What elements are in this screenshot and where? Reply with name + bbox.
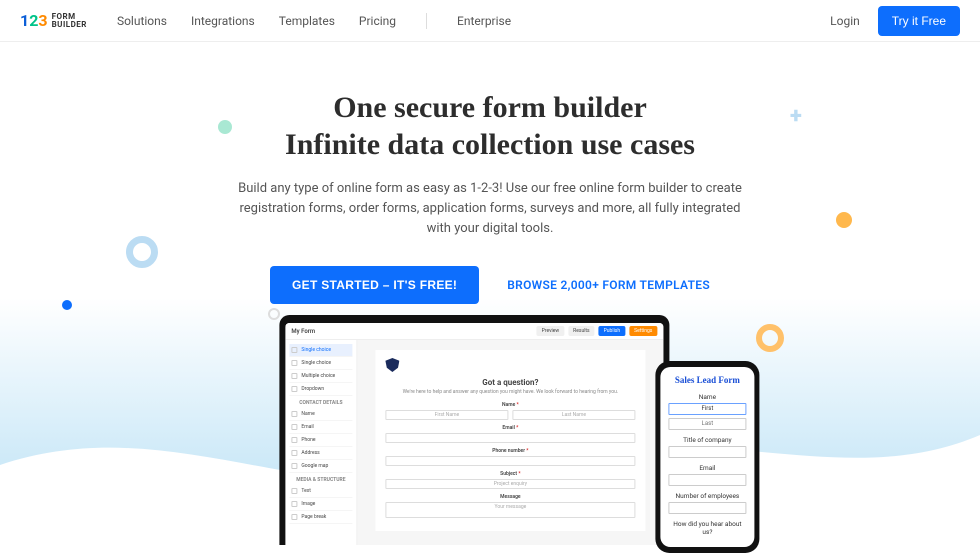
sidebar-heading: CONTACT DETAILS <box>289 400 352 406</box>
map-icon <box>291 463 297 469</box>
checkbox-icon <box>291 373 297 379</box>
phone-icon <box>291 437 297 443</box>
try-free-button[interactable]: Try it Free <box>878 6 960 36</box>
get-started-button[interactable]: GET STARTED – IT'S FREE! <box>270 266 479 304</box>
laptop-mockup: My Form Preview Results Publish Settings… <box>279 315 669 545</box>
decoration-dot-teal <box>218 120 232 134</box>
message-input[interactable]: Your message <box>385 502 635 518</box>
decoration-ring-orange <box>756 324 784 352</box>
mail-icon <box>291 424 297 430</box>
form-canvas: Got a question? We're here to help and a… <box>357 340 663 545</box>
app-header: My Form Preview Results Publish Settings <box>285 323 663 340</box>
nav-solutions[interactable]: Solutions <box>117 14 167 28</box>
nav-templates[interactable]: Templates <box>279 14 335 28</box>
results-button[interactable]: Results <box>568 326 595 336</box>
phone-input[interactable] <box>385 456 635 466</box>
decoration-dot-blue <box>62 300 72 310</box>
sidebar-item[interactable]: Address <box>289 447 352 460</box>
device-mockups: My Form Preview Results Publish Settings… <box>279 315 669 545</box>
cta-row: GET STARTED – IT'S FREE! BROWSE 2,000+ F… <box>0 266 980 304</box>
form-title: Got a question? <box>385 378 635 387</box>
form-subtitle: We're here to help and answer any questi… <box>385 389 635 396</box>
browse-templates-link[interactable]: BROWSE 2,000+ FORM TEMPLATES <box>507 278 710 292</box>
plus-icon: + <box>790 104 802 129</box>
phone-label: Phone number * <box>385 448 635 454</box>
dropdown-icon <box>291 386 297 392</box>
phone-company-label: Title of company <box>668 436 746 444</box>
nav-enterprise[interactable]: Enterprise <box>457 14 511 28</box>
phone-screen: Sales Lead Form Name First Last Title of… <box>660 367 754 547</box>
text-icon <box>291 488 297 494</box>
decoration-ring-blue <box>126 236 158 268</box>
radio-icon <box>291 347 297 353</box>
image-icon <box>291 501 297 507</box>
phone-email-label: Email <box>668 464 746 472</box>
preview-button[interactable]: Preview <box>537 326 564 336</box>
phone-first-name-input[interactable]: First <box>668 403 746 415</box>
sidebar-item[interactable]: Image <box>289 498 352 511</box>
phone-mockup: Sales Lead Form Name First Last Title of… <box>655 361 759 553</box>
builder-sidebar: Single choice Single choice Multiple cho… <box>285 340 357 545</box>
sidebar-item[interactable]: Page break <box>289 511 352 524</box>
sidebar-heading: MEDIA & STRUCTURE <box>289 477 352 483</box>
sidebar-item[interactable]: Dropdown <box>289 383 352 396</box>
sidebar-item[interactable]: Single choice <box>289 357 352 370</box>
hero-section: + One secure form builder Infinite data … <box>0 42 980 535</box>
sidebar-item-single-choice[interactable]: Single choice <box>289 344 352 357</box>
site-header: 123 FORM BUILDER Solutions Integrations … <box>0 0 980 42</box>
phone-email-input[interactable] <box>668 474 746 486</box>
sidebar-item[interactable]: Name <box>289 408 352 421</box>
message-label: Message <box>385 494 635 500</box>
page-icon <box>291 514 297 520</box>
main-nav: Solutions Integrations Templates Pricing… <box>117 13 511 29</box>
email-label: Email * <box>385 425 635 431</box>
sidebar-item[interactable]: Text <box>289 485 352 498</box>
nav-pricing[interactable]: Pricing <box>359 14 396 28</box>
publish-button[interactable]: Publish <box>599 326 625 336</box>
sidebar-item[interactable]: Multiple choice <box>289 370 352 383</box>
decoration-ring-gray <box>268 308 280 320</box>
user-icon <box>291 411 297 417</box>
decoration-dot-orange <box>836 212 852 228</box>
phone-last-name-input[interactable]: Last <box>668 418 746 430</box>
login-link[interactable]: Login <box>830 14 860 28</box>
phone-employees-input[interactable] <box>668 502 746 514</box>
subject-select[interactable]: Project enquiry <box>385 479 635 489</box>
app-title: My Form <box>291 328 315 335</box>
shield-icon <box>385 358 399 372</box>
logo[interactable]: 123 FORM BUILDER <box>20 11 87 30</box>
phone-employees-label: Number of employees <box>668 492 746 500</box>
sidebar-item[interactable]: Google map <box>289 460 352 473</box>
radio-icon <box>291 360 297 366</box>
last-name-input[interactable]: Last Name <box>512 410 635 420</box>
phone-form-title: Sales Lead Form <box>668 375 746 385</box>
phone-company-input[interactable] <box>668 446 746 458</box>
pin-icon <box>291 450 297 456</box>
hero-title: One secure form builder Infinite data co… <box>0 90 980 163</box>
settings-button[interactable]: Settings <box>629 326 657 336</box>
name-label: Name * <box>385 402 635 408</box>
phone-name-label: Name <box>668 393 746 401</box>
phone-how-label: How did you hear about us? <box>668 520 746 536</box>
hero-subtitle: Build any type of online form as easy as… <box>230 179 750 239</box>
email-input[interactable] <box>385 433 635 443</box>
sidebar-item[interactable]: Email <box>289 421 352 434</box>
nav-divider <box>426 13 427 29</box>
header-right: Login Try it Free <box>830 6 960 36</box>
form-preview: Got a question? We're here to help and a… <box>375 350 645 531</box>
sidebar-item[interactable]: Phone <box>289 434 352 447</box>
subject-label: Subject * <box>385 471 635 477</box>
nav-integrations[interactable]: Integrations <box>191 14 255 28</box>
first-name-input[interactable]: First Name <box>385 410 508 420</box>
